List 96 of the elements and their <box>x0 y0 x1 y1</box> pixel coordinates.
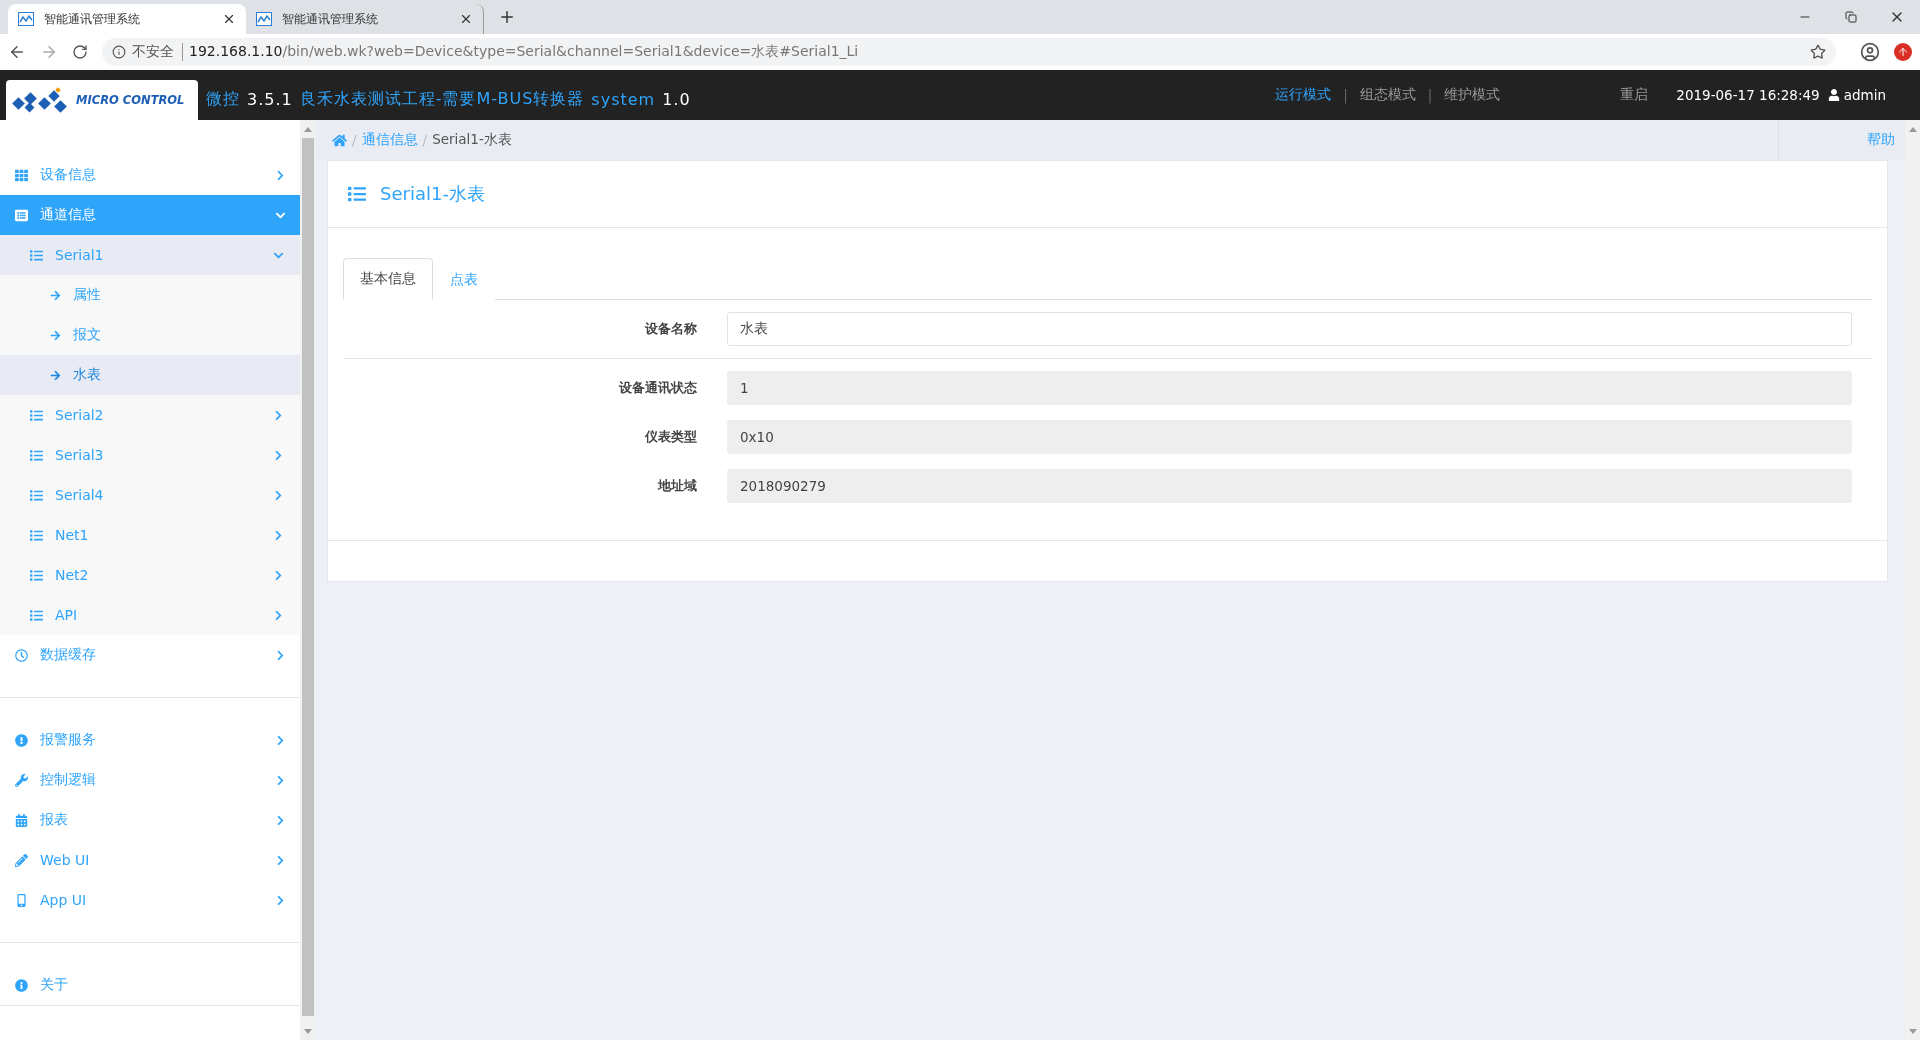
list-icon <box>348 185 366 203</box>
scroll-down-icon[interactable] <box>1908 1028 1917 1034</box>
back-icon[interactable] <box>8 43 26 61</box>
system-version: 1.0 <box>662 89 691 109</box>
logo: MICRO CONTROL <box>6 80 198 120</box>
sidebar-item[interactable]: Net2 <box>0 555 300 595</box>
sidebar-item[interactable]: Serial4 <box>0 475 300 515</box>
chart-icon <box>18 12 34 26</box>
pencil-icon <box>15 853 28 867</box>
profile-icon[interactable] <box>1860 42 1880 62</box>
list-icon <box>30 248 43 262</box>
list-icon <box>30 608 43 622</box>
chevron-right-icon <box>275 894 286 906</box>
chevron-right-icon <box>275 774 286 786</box>
restore-icon[interactable] <box>1845 11 1857 23</box>
info-icon <box>112 45 126 59</box>
chart-icon <box>256 12 272 26</box>
panel-title: Serial1-水表 <box>380 182 485 206</box>
user-menu[interactable]: admin <box>1827 87 1886 103</box>
calendar-icon <box>15 813 28 827</box>
reload-icon[interactable] <box>72 44 88 60</box>
sidebar-item[interactable]: Serial1 <box>0 235 300 275</box>
clock-icon <box>15 648 28 662</box>
chevron-right-icon <box>273 609 284 621</box>
field-label: 仪表类型 <box>643 428 697 446</box>
text-field[interactable]: 2018090279 <box>727 469 1852 503</box>
text-field[interactable]: 1 <box>727 371 1852 405</box>
chevron-right-icon <box>275 169 286 181</box>
separator: | <box>1427 87 1433 103</box>
separator: / <box>352 132 357 148</box>
system-label: system <box>591 89 656 109</box>
close-icon[interactable] <box>222 12 236 26</box>
security-label: 不安全 <box>132 43 183 61</box>
chevron-right-icon <box>273 489 284 501</box>
browser-tab[interactable]: 智能通讯管理系统 <box>8 4 246 34</box>
field-label: 设备名称 <box>644 320 697 338</box>
brand-name: 微控 <box>206 88 240 110</box>
chevron-right-icon <box>273 409 284 421</box>
star-icon[interactable] <box>1810 44 1826 60</box>
tab[interactable]: 基本信息 <box>343 258 433 300</box>
chevron-right-icon <box>273 529 284 541</box>
new-tab-icon[interactable] <box>498 8 516 26</box>
phone-icon <box>15 893 28 907</box>
breadcrumb-current: Serial1-水表 <box>432 131 512 149</box>
chevron-right-icon <box>275 649 286 661</box>
scroll-up-icon[interactable] <box>304 126 312 132</box>
scroll-up-icon[interactable] <box>1908 126 1917 132</box>
wrench-icon <box>15 773 28 787</box>
sidebar-item[interactable]: API <box>0 595 300 635</box>
list-icon <box>30 528 43 542</box>
version-text: 3.5.1 <box>247 89 293 109</box>
scrollbar[interactable] <box>300 120 316 1040</box>
sidebar-item[interactable]: 报文 <box>0 315 300 355</box>
chevron-right-icon <box>275 854 286 866</box>
arrow-icon <box>50 289 61 301</box>
url-text: 192.168.1.10/bin/web.wk?web=Device&type=Serial&channel=Serial1&device=水表#Serial1_Li <box>189 43 859 61</box>
list-icon <box>30 488 43 502</box>
scrollbar[interactable] <box>1905 120 1920 1040</box>
chevron-right-icon <box>273 449 284 461</box>
sidebar-item[interactable]: Serial2 <box>0 395 300 435</box>
mode-link[interactable]: 维护模式 <box>1444 86 1501 104</box>
user-icon <box>1827 89 1840 101</box>
chevron-right-icon <box>275 734 286 746</box>
logo-icon <box>12 86 70 114</box>
mode-link[interactable]: 运行模式 <box>1275 86 1332 104</box>
text-field[interactable]: 0x10 <box>727 420 1852 454</box>
separator: / <box>422 132 428 148</box>
field-label: 地址域 <box>656 477 697 495</box>
sidebar-item[interactable]: 水表 <box>0 355 300 395</box>
sidebar-item[interactable]: 通道信息 <box>0 195 300 235</box>
list-icon <box>30 408 43 422</box>
list-icon <box>15 208 28 222</box>
list-icon <box>30 568 43 582</box>
grid-icon <box>15 168 28 182</box>
close-icon[interactable] <box>459 12 473 26</box>
mode-link[interactable]: 组态模式 <box>1359 86 1416 104</box>
datetime-text: 2019-06-17 16:28:49 <box>1676 87 1820 103</box>
breadcrumb-link[interactable]: 通信信息 <box>361 131 418 149</box>
chevron-right-icon <box>273 569 284 581</box>
alert-icon <box>15 733 28 747</box>
project-name: 良禾水表测试工程-需要M-BUS转换器 <box>299 88 585 110</box>
scroll-down-icon[interactable] <box>304 1028 312 1034</box>
restart-link[interactable]: 重启 <box>1620 86 1649 104</box>
address-bar[interactable]: 不安全 192.168.1.10/bin/web.wk?web=Device&type=Serial&channel=Serial1&device=水表#Serial1_Li <box>102 38 1836 66</box>
sidebar-item[interactable]: Net1 <box>0 515 300 555</box>
info-icon <box>15 978 28 992</box>
separator: | <box>1343 87 1348 103</box>
arrow-icon <box>50 369 61 381</box>
text-field[interactable]: 水表 <box>727 312 1852 346</box>
sidebar-item[interactable]: 属性 <box>0 275 300 315</box>
field-label: 设备通讯状态 <box>618 379 697 397</box>
chevron-right-icon <box>275 814 286 826</box>
arrow-icon <box>50 329 61 341</box>
extension-icon[interactable] <box>1894 43 1912 61</box>
list-icon <box>30 448 43 462</box>
sidebar-item[interactable]: Serial3 <box>0 435 300 475</box>
